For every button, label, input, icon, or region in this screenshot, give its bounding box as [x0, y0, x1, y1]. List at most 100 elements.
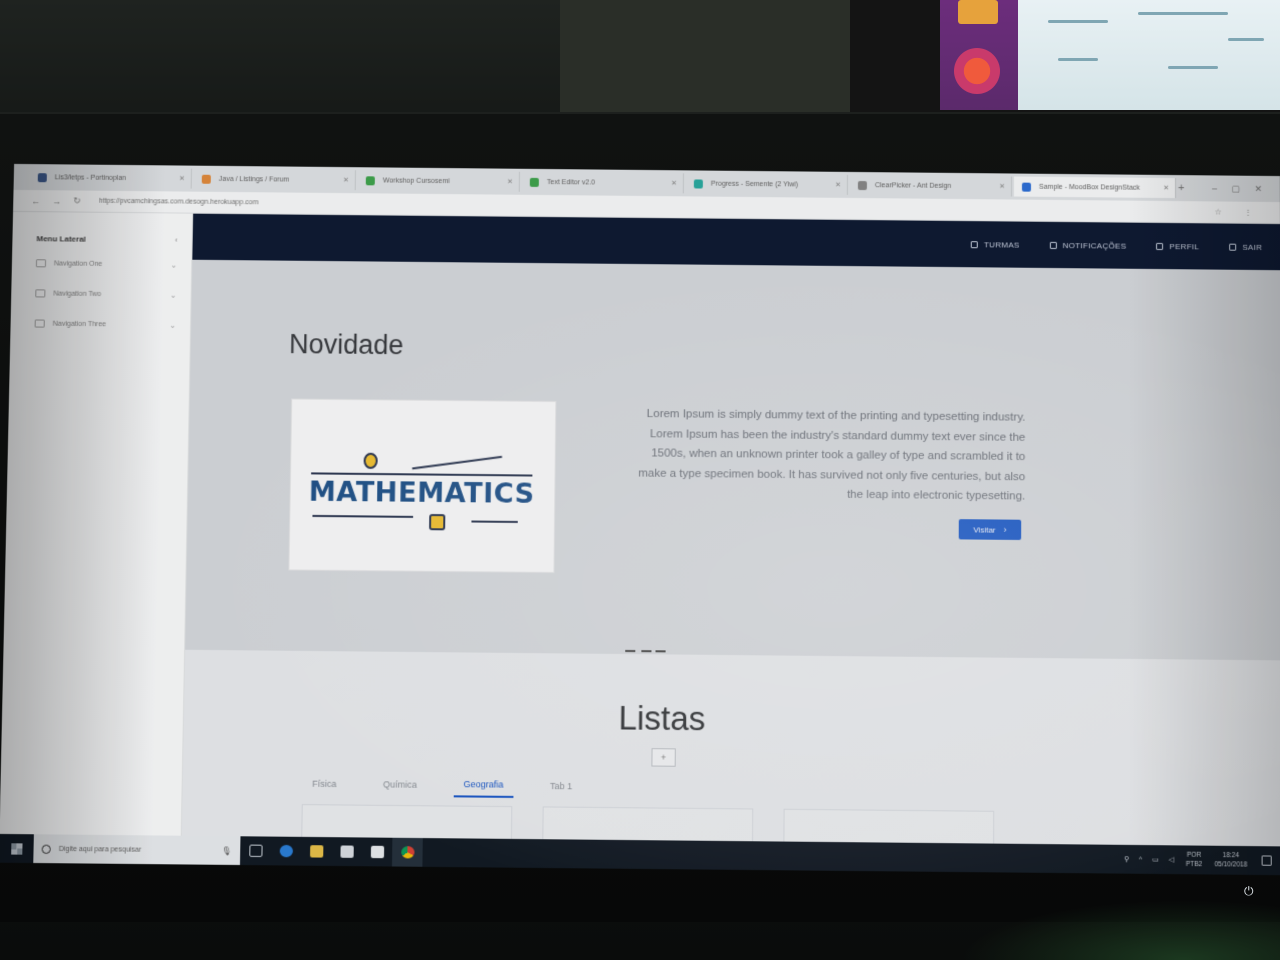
side-menu-item[interactable]: Navigation One ⌄ [12, 248, 192, 280]
tab-favicon-icon [858, 181, 867, 190]
nav-sair[interactable]: SAIR [1229, 242, 1262, 251]
store-icon[interactable] [331, 837, 362, 866]
close-icon[interactable]: ✕ [179, 175, 185, 183]
chevron-down-icon: ⌄ [170, 290, 177, 299]
tab-fisica[interactable]: Física [302, 771, 347, 796]
taskbar-search-placeholder: Digite aqui para pesquisar [59, 845, 142, 853]
nav-notificacoes[interactable]: NOTIFICAÇÕES [1050, 240, 1127, 250]
browser-tab[interactable]: Progress - Semente (2 Yiwi) ✕ [686, 173, 848, 195]
taskbar-search[interactable]: Digite aqui para pesquisar 🎙 [33, 834, 240, 865]
tab-favicon-icon [694, 179, 703, 188]
ambient-glow [960, 900, 1280, 960]
language-indicator[interactable]: POR PTB2 [1186, 851, 1203, 870]
browser-tab[interactable]: Workshop Cursosemi ✕ [358, 170, 520, 192]
nav-perfil[interactable]: PERFIL [1156, 241, 1199, 250]
close-icon[interactable]: ✕ [1163, 184, 1169, 192]
tab-favicon-icon [530, 177, 539, 186]
close-icon[interactable]: ✕ [999, 182, 1005, 190]
side-menu-item[interactable]: Navigation Three ⌄ [10, 308, 190, 340]
tab-geografia[interactable]: Geografia [453, 773, 514, 798]
background-diagram-line [1138, 12, 1228, 15]
monitor-screen: Lis3/letps - Portinoplan ✕ Java / Listing… [0, 164, 1280, 875]
side-menu-item[interactable]: Navigation Two ⌄ [11, 278, 191, 310]
tray-lang: POR [1187, 852, 1201, 859]
chevron-down-icon: ⌄ [169, 320, 176, 329]
close-icon[interactable]: ✕ [671, 179, 677, 187]
main-content: Novidade MATHEMATICS Lorem Ipsum is simp… [181, 260, 1280, 875]
address-actions-icon[interactable]: ☆ ⋮ [1215, 207, 1262, 216]
people-icon[interactable]: ⚲ [1124, 855, 1129, 863]
background-shelf [0, 0, 560, 120]
browser-tab-label: ClearPicker - Ant Design [875, 182, 951, 190]
power-icon[interactable]: ⏻ [1244, 884, 1256, 898]
mail-app-icon[interactable] [362, 837, 393, 866]
browser-tab-label: Lis3/letps - Portinoplan [55, 174, 126, 182]
background-diagram-line [1168, 66, 1218, 69]
decor-line [471, 520, 517, 522]
nav-label: SAIR [1242, 242, 1262, 251]
gear-icon [429, 514, 445, 530]
system-tray: ⚲ ^ ▭ ◁ POR PTB2 18:24 05/10/2018 [1114, 850, 1280, 870]
start-button[interactable] [0, 834, 34, 863]
notifications-icon[interactable] [1262, 855, 1272, 865]
reload-icon[interactable]: ↻ [73, 195, 81, 206]
nav-turmas[interactable]: TURMAS [971, 240, 1020, 249]
carousel-dot[interactable] [625, 650, 635, 652]
carousel-dot[interactable] [655, 650, 665, 652]
chevron-down-icon: ⌄ [170, 260, 177, 269]
chevron-right-icon: › [1004, 525, 1007, 535]
carousel-dot[interactable] [641, 650, 651, 652]
url-field[interactable]: https://pvcamchingsas.com.desogn.herokua… [99, 198, 259, 207]
new-tab-icon[interactable]: + [1178, 182, 1194, 194]
task-view-icon[interactable] [240, 836, 271, 865]
chevron-up-icon[interactable]: ^ [1139, 856, 1142, 863]
subject-tabs: Física Química Geografia Tab 1 [302, 771, 609, 799]
edge-icon[interactable] [270, 837, 301, 866]
tab-tab-1[interactable]: Tab 1 [540, 774, 583, 799]
nav-label: PERFIL [1169, 242, 1199, 251]
volume-icon[interactable]: ◁ [1169, 856, 1174, 864]
browser-tab[interactable]: ClearPicker - Ant Design ✕ [850, 175, 1012, 197]
clock[interactable]: 18:24 05/10/2018 [1214, 851, 1247, 870]
background-app-icon [954, 48, 1000, 94]
side-menu-title: Menu Lateral [36, 234, 86, 243]
clock-date: 05/10/2018 [1214, 861, 1247, 869]
close-icon[interactable]: ✕ [507, 178, 513, 186]
add-list-button[interactable]: + [651, 748, 675, 767]
mathematics-image[interactable]: MATHEMATICS [289, 399, 555, 571]
browser-tab-label: Sample - MoodBox DesignStack [1039, 183, 1140, 191]
side-menu-header: Menu Lateral ‹ [12, 228, 192, 250]
tab-favicon-icon [366, 176, 375, 185]
browser-tab-active[interactable]: Sample - MoodBox DesignStack ✕ [1014, 177, 1176, 199]
windows-logo-icon [11, 843, 22, 854]
network-icon[interactable]: ▭ [1152, 855, 1158, 863]
users-icon [971, 241, 978, 248]
forward-icon[interactable]: → [52, 196, 61, 206]
background-diagram-line [1048, 20, 1108, 23]
back-icon[interactable]: ← [31, 196, 40, 206]
tab-favicon-icon [202, 174, 211, 183]
decor-line [312, 515, 413, 518]
browser-tab[interactable]: Lis3/letps - Portinoplan ✕ [30, 167, 192, 189]
appstore-icon [35, 289, 45, 297]
tab-quimica[interactable]: Química [373, 772, 427, 797]
browser-tab-label: Text Editor v2.0 [547, 179, 595, 186]
window-controls[interactable]: – ▢ ✕ [1212, 183, 1268, 195]
visitar-button[interactable]: Visitar › [959, 519, 1021, 540]
bell-icon [1050, 241, 1057, 248]
novidade-text: Lorem Ipsum is simply dummy text of the … [623, 405, 1026, 507]
close-icon[interactable]: ✕ [835, 181, 841, 189]
logout-icon [1229, 243, 1236, 250]
browser-tab[interactable]: Text Editor v2.0 ✕ [522, 172, 684, 194]
close-icon[interactable]: ✕ [343, 176, 349, 184]
chrome-icon[interactable] [392, 838, 423, 867]
microphone-icon[interactable]: 🎙 [222, 846, 232, 855]
side-menu-item-label: Navigation Two [53, 290, 101, 297]
listas-title: Listas [184, 695, 1140, 743]
mail-icon [36, 259, 46, 267]
decor-line [412, 456, 502, 470]
file-explorer-icon[interactable] [301, 837, 332, 866]
novidade-title: Novidade [289, 329, 404, 361]
browser-tab[interactable]: Java / Listings / Forum ✕ [194, 169, 356, 191]
collapse-icon[interactable]: ‹ [175, 235, 178, 244]
